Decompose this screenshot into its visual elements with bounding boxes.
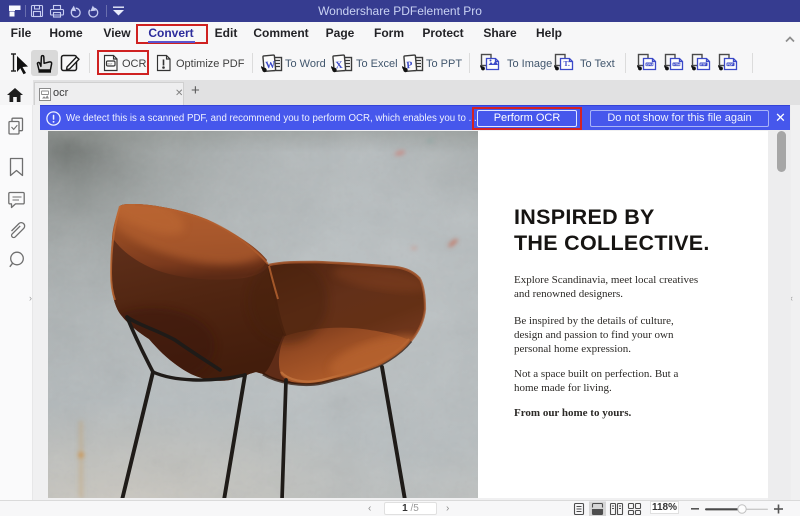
svg-text:T.: T. [564,59,570,68]
svg-text:PDF: PDF [727,63,733,67]
svg-text:RTF: RTF [700,63,706,67]
svg-text:EPUB: EPUB [646,63,655,67]
svg-text:HTML: HTML [673,63,681,67]
